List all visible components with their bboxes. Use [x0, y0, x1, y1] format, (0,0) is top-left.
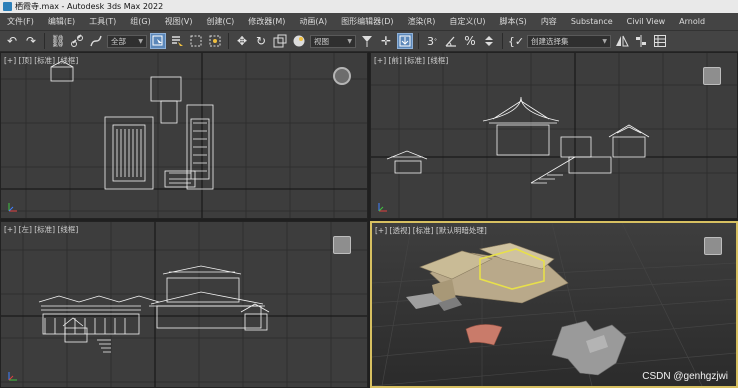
keyboard-shortcut-override-icon[interactable]: [397, 33, 413, 49]
viewport-grid: [372, 223, 736, 386]
window-title-bar: 栖霞寺.max - Autodesk 3ds Max 2022: [0, 0, 738, 13]
viewport-top-label[interactable]: [+] [顶] [标准] [线框]: [4, 55, 78, 66]
reference-coordinate-dropdown[interactable]: 视图 ▼: [310, 34, 356, 48]
chevron-down-icon: ▼: [602, 37, 607, 45]
menu-modifiers[interactable]: 修改器(M): [241, 16, 292, 27]
world-axis-icon: [8, 203, 17, 212]
percent-snap-icon[interactable]: %: [462, 33, 478, 49]
main-toolbar: ↶ ↷ ⛓ 全部 ▼ ✥ ↻ 视图 ▼ ✛ 3 ° % {✓ 创建选择集 ▼: [0, 30, 738, 52]
world-axis-icon: [8, 372, 17, 381]
menu-views[interactable]: 视图(V): [158, 16, 200, 27]
selection-filter-dropdown[interactable]: 全部 ▼: [107, 34, 147, 48]
menu-animation[interactable]: 动画(A): [292, 16, 334, 27]
window-title: 栖霞寺.max - Autodesk 3ds Max 2022: [15, 2, 164, 11]
menu-customize[interactable]: 自定义(U): [442, 16, 492, 27]
selection-filter-value: 全部: [111, 36, 126, 46]
viewport-grid: [1, 222, 367, 387]
move-icon[interactable]: ✥: [234, 33, 250, 49]
chevron-down-icon: ▼: [138, 37, 143, 45]
align-icon[interactable]: [633, 33, 649, 49]
redo-icon[interactable]: ↷: [23, 33, 39, 49]
place-icon[interactable]: [291, 33, 307, 49]
top-view-wireframe: [50, 60, 214, 190]
window-crossing-icon[interactable]: [207, 33, 223, 49]
viewport-front-label[interactable]: [+] [前] [标准] [线框]: [374, 55, 448, 66]
toolbar-divider: [44, 33, 45, 49]
rotate-icon[interactable]: ↻: [253, 33, 269, 49]
perspective-scene: [406, 242, 627, 376]
viewport-perspective[interactable]: [+] [透视] [标准] [默认明暗处理]: [370, 221, 738, 388]
snaps-toggle-icon[interactable]: 3 °: [424, 33, 440, 49]
viewport-grid: [371, 53, 737, 218]
scale-icon[interactable]: [272, 33, 288, 49]
viewport-grid: [1, 53, 367, 218]
viewcube-icon[interactable]: [333, 236, 351, 254]
menu-bar: 文件(F) 编辑(E) 工具(T) 组(G) 视图(V) 创建(C) 修改器(M…: [0, 13, 738, 30]
menu-scripting[interactable]: 脚本(S): [492, 16, 533, 27]
select-by-name-icon[interactable]: [169, 33, 185, 49]
viewcube-icon[interactable]: [703, 67, 721, 85]
toolbar-divider: [418, 33, 419, 49]
reference-coordinate-value: 视图: [314, 36, 329, 46]
3dsmax-app-icon: [3, 2, 12, 11]
select-object-icon[interactable]: [150, 33, 166, 49]
viewport-perspective-label[interactable]: [+] [透视] [标准] [默认明暗处理]: [375, 225, 487, 236]
toolbar-divider: [228, 33, 229, 49]
menu-substance[interactable]: Substance: [564, 17, 620, 26]
bind-spacewarp-icon[interactable]: [88, 33, 104, 49]
menu-group[interactable]: 组(G): [123, 16, 157, 27]
front-view-wireframe: [386, 96, 650, 184]
undo-icon[interactable]: ↶: [4, 33, 20, 49]
menu-create[interactable]: 创建(C): [199, 16, 241, 27]
menu-civil-view[interactable]: Civil View: [620, 17, 673, 26]
spinner-snap-icon[interactable]: [481, 33, 497, 49]
menu-graph-editors[interactable]: 图形编辑器(D): [334, 16, 400, 27]
viewcube-icon[interactable]: [704, 237, 722, 255]
menu-content[interactable]: 内容: [534, 16, 564, 27]
viewport-area: [+] [顶] [标准] [线框] [+] [前] [标准] [线框] [+] …: [0, 52, 738, 388]
unlink-icon[interactable]: [69, 33, 85, 49]
edit-named-selection-icon[interactable]: {✓: [508, 33, 524, 49]
toggle-scene-explorer-icon[interactable]: [652, 33, 668, 49]
toolbar-divider: [502, 33, 503, 49]
link-icon[interactable]: ⛓: [50, 33, 66, 49]
viewport-front[interactable]: [+] [前] [标准] [线框]: [370, 52, 738, 219]
world-axis-icon: [378, 203, 387, 212]
named-selection-set-value: 创建选择集: [531, 36, 569, 46]
angle-snap-icon[interactable]: [443, 33, 459, 49]
pivot-center-icon[interactable]: [359, 33, 375, 49]
menu-file[interactable]: 文件(F): [0, 16, 41, 27]
viewport-left-label[interactable]: [+] [左] [标准] [线框]: [4, 224, 78, 235]
menu-arnold[interactable]: Arnold: [672, 17, 712, 26]
rectangular-selection-icon[interactable]: [188, 33, 204, 49]
watermark-text: CSDN @genhgzjwi: [642, 371, 728, 382]
chevron-down-icon: ▼: [347, 37, 352, 45]
left-view-wireframe: [38, 265, 270, 353]
viewport-left[interactable]: [+] [左] [标准] [线框]: [0, 221, 368, 388]
menu-tools[interactable]: 工具(T): [82, 16, 123, 27]
select-manipulate-icon[interactable]: ✛: [378, 33, 394, 49]
menu-edit[interactable]: 编辑(E): [41, 16, 82, 27]
viewcube-icon[interactable]: [333, 67, 351, 85]
named-selection-set-dropdown[interactable]: 创建选择集 ▼: [527, 34, 611, 48]
menu-rendering[interactable]: 渲染(R): [401, 16, 443, 27]
viewport-top[interactable]: [+] [顶] [标准] [线框]: [0, 52, 368, 219]
mirror-icon[interactable]: [614, 33, 630, 49]
